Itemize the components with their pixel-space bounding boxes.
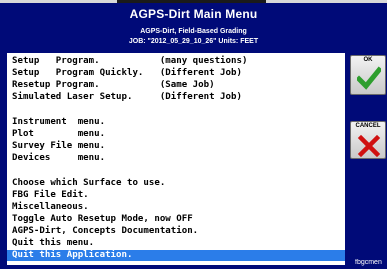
menu-spacer xyxy=(7,105,345,116)
cancel-button-label: CANCEL xyxy=(355,123,381,129)
menu-item[interactable]: Choose which Surface to use. xyxy=(7,178,345,189)
menu-item[interactable]: Resetup Program. (Same Job) xyxy=(7,80,345,91)
check-icon xyxy=(357,66,381,90)
menu-item[interactable]: Survey File menu. xyxy=(7,141,345,152)
menu-item[interactable]: AGPS-Dirt, Concepts Documentation. xyxy=(7,226,345,237)
menu-item[interactable]: Devices menu. xyxy=(7,153,345,164)
page-title: AGPS-Dirt Main Menu xyxy=(129,7,258,21)
menu-item[interactable]: Plot menu. xyxy=(7,129,345,140)
close-icon xyxy=(357,134,381,158)
status-text: fbgcmen xyxy=(355,259,382,266)
menu-item[interactable]: FBG File Edit. xyxy=(7,190,345,201)
ok-button-label: OK xyxy=(363,57,373,63)
window-top-border-dark xyxy=(117,0,266,3)
menu-item[interactable]: Setup Program. (many questions) xyxy=(7,56,345,67)
menu-item[interactable]: Quit this menu. xyxy=(7,238,345,249)
menu-item[interactable]: Instrument menu. xyxy=(7,117,345,128)
ok-button[interactable]: OK xyxy=(350,55,386,95)
menu-item[interactable]: Quit this Application. xyxy=(7,250,345,262)
menu-item[interactable]: Setup Program Quickly. (Different Job) xyxy=(7,68,345,79)
job-info: JOB: "2012_05_29_10_26" Units: FEET xyxy=(128,38,259,45)
cancel-button[interactable]: CANCEL xyxy=(350,121,386,159)
menu-item[interactable]: Miscellaneous. xyxy=(7,202,345,213)
page-subtitle: AGPS-Dirt, Field-Based Grading xyxy=(140,28,247,35)
main-menu-list: Setup Program. (many questions) Setup Pro… xyxy=(7,53,345,265)
menu-item[interactable]: Simulated Laser Setup. (Different Job) xyxy=(7,92,345,103)
menu-item[interactable]: Toggle Auto Resetup Mode, now OFF xyxy=(7,214,345,225)
menu-spacer xyxy=(7,165,345,176)
